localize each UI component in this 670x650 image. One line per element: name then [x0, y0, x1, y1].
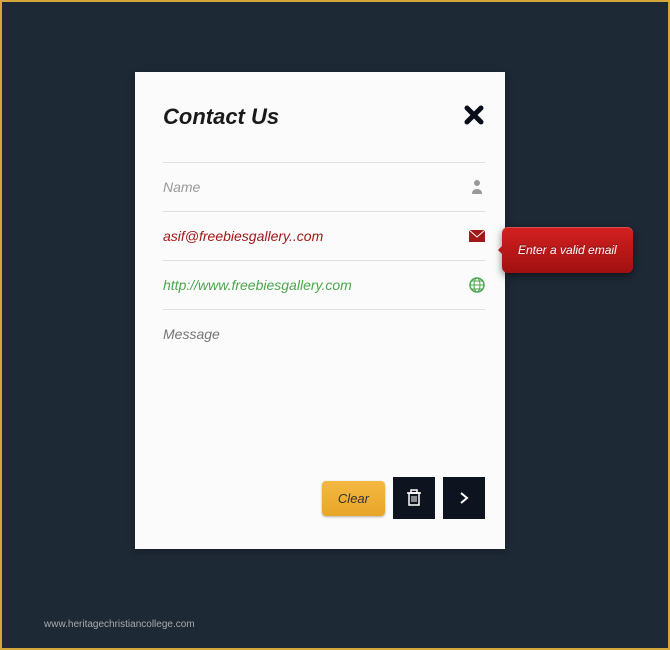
email-row [163, 211, 485, 260]
watermark: www.heritagechristiancollege.com [44, 619, 195, 630]
close-icon [463, 104, 485, 126]
chevron-right-icon [457, 491, 471, 505]
trash-icon [406, 489, 422, 507]
clear-button[interactable]: Clear [322, 481, 385, 516]
name-row [163, 162, 485, 211]
modal-header: Contact Us [163, 102, 485, 132]
close-button[interactable] [463, 102, 485, 132]
modal-title: Contact Us [163, 104, 279, 130]
delete-button[interactable] [393, 477, 435, 519]
url-input[interactable] [163, 277, 437, 293]
email-error-tooltip: Enter a valid email [502, 227, 633, 273]
actions-bar: Clear [163, 477, 485, 519]
url-row [163, 260, 485, 309]
name-input[interactable] [163, 179, 437, 195]
email-input[interactable] [163, 228, 437, 244]
submit-button[interactable] [443, 477, 485, 519]
contact-modal: Contact Us Clear [135, 72, 505, 549]
person-icon [469, 179, 485, 195]
globe-icon [469, 277, 485, 293]
message-input[interactable] [163, 326, 485, 446]
message-row [163, 309, 485, 467]
mail-icon [469, 228, 485, 244]
